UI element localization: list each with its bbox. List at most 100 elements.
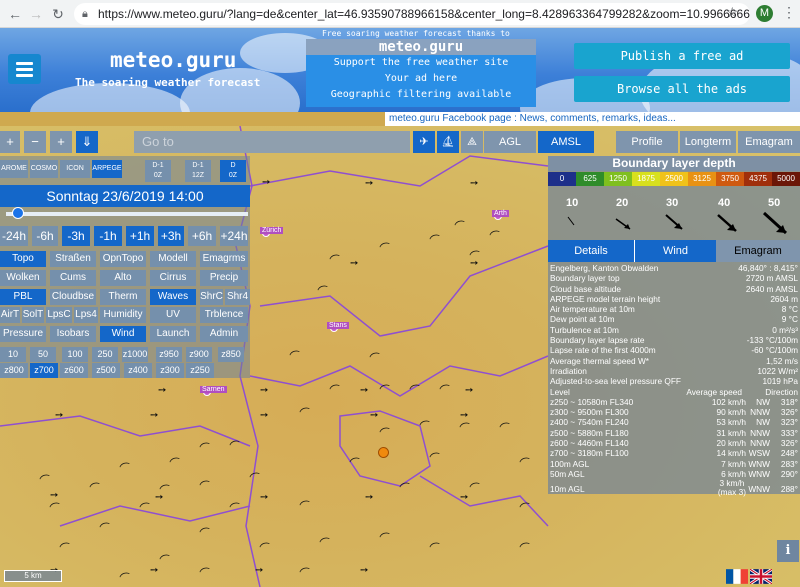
layer-button-cirrus[interactable]: Cirrus xyxy=(150,270,196,286)
profile-button[interactable]: Profile xyxy=(616,131,678,153)
agl-toggle[interactable]: AGL xyxy=(484,131,536,153)
layer-button-lpsc[interactable]: LpsC xyxy=(46,307,72,323)
address-bar[interactable]: 🔒︎ https://www.meteo.guru/?lang=de&cente… xyxy=(74,3,750,25)
model-arome[interactable]: AROME xyxy=(0,160,28,178)
layer-button-emagrms[interactable]: Emagrms xyxy=(200,251,248,267)
layer-button-wolken[interactable]: Wolken xyxy=(0,270,46,286)
wind-altitude-label: 50 xyxy=(768,197,781,209)
tab-emagram[interactable]: Emagram xyxy=(716,240,800,262)
longterm-button[interactable]: Longterm xyxy=(680,131,736,153)
emagram-button[interactable]: Emagram xyxy=(738,131,800,153)
time-step-button[interactable]: -3h xyxy=(62,226,90,246)
layer-button-solt[interactable]: SolT xyxy=(22,307,44,323)
level-button[interactable]: z400 xyxy=(124,363,152,378)
layer-button-airt[interactable]: AirT xyxy=(0,307,20,323)
paraglider-icon[interactable]: ⛵︎ xyxy=(437,131,459,153)
browser-menu-icon[interactable]: ⋮ xyxy=(782,4,796,21)
time-step-button[interactable]: -24h xyxy=(0,226,28,246)
level-button[interactable]: z950 xyxy=(156,347,182,362)
wind-arrow-icon: ➙ xyxy=(255,565,264,576)
layer-button-admin[interactable]: Admin xyxy=(200,326,248,342)
time-step-button[interactable]: +24h xyxy=(220,226,248,246)
level-button[interactable]: 10 xyxy=(0,347,26,362)
level-button[interactable]: 50 xyxy=(30,347,56,362)
time-step-button[interactable]: +3h xyxy=(158,226,184,246)
layer-button-straßen[interactable]: Straßen xyxy=(50,251,96,267)
reload-icon[interactable]: ↻ xyxy=(49,5,67,23)
add-button[interactable]: + xyxy=(50,131,72,153)
level-button[interactable]: z800 xyxy=(0,363,28,378)
hangglider-icon[interactable]: ⟁ xyxy=(461,131,483,153)
level-button[interactable]: z250 xyxy=(186,363,214,378)
layer-button-wind[interactable]: Wind xyxy=(100,326,146,342)
layer-button-uv[interactable]: UV xyxy=(150,307,196,323)
level-button[interactable]: z700 xyxy=(30,363,58,378)
hamburger-menu-button[interactable] xyxy=(8,54,41,84)
detail-label: Engelberg, Kanton Obwalden xyxy=(550,263,659,273)
level-button[interactable]: z1000 xyxy=(122,347,148,362)
run-d1-12z[interactable]: D-1 12Z xyxy=(185,160,211,182)
site-title[interactable]: meteo.guru xyxy=(110,48,236,72)
time-slider-handle[interactable] xyxy=(12,207,24,219)
time-step-button[interactable]: +6h xyxy=(188,226,216,246)
layer-button-alto[interactable]: Alto xyxy=(100,270,146,286)
time-step-button[interactable]: -6h xyxy=(32,226,58,246)
goto-search-input[interactable]: Go to xyxy=(134,131,410,153)
english-flag-icon[interactable] xyxy=(750,569,772,584)
location-arrow-icon[interactable]: ⇓ xyxy=(76,131,98,153)
amsl-toggle[interactable]: AMSL xyxy=(538,131,594,153)
layer-button-shr4[interactable]: Shr4 xyxy=(225,289,250,305)
time-step-button[interactable]: -1h xyxy=(94,226,122,246)
layer-button-launch[interactable]: Launch xyxy=(150,326,196,342)
profile-avatar[interactable]: M xyxy=(756,5,773,22)
tab-details[interactable]: Details xyxy=(548,240,634,262)
layer-button-isobars[interactable]: Isobars xyxy=(50,326,96,342)
wind-row: 50m AGL 6 km/h WNW 290° xyxy=(550,469,800,479)
layer-button-precip[interactable]: Precip xyxy=(200,270,248,286)
level-button[interactable]: z900 xyxy=(186,347,212,362)
layer-button-cums[interactable]: Cums xyxy=(50,270,96,286)
layer-button-cloudbse[interactable]: Cloudbse xyxy=(50,289,96,305)
level-button[interactable]: z850 xyxy=(218,347,244,362)
level-button[interactable]: z500 xyxy=(92,363,120,378)
french-flag-icon[interactable] xyxy=(726,569,748,584)
wind-speed: 90 km/h xyxy=(716,407,746,418)
run-d1-0z[interactable]: D-1 0Z xyxy=(145,160,171,182)
tab-wind[interactable]: Wind xyxy=(634,240,716,262)
layer-button-opntopo[interactable]: OpnTopo xyxy=(100,251,146,267)
layer-button-humidity[interactable]: Humidity xyxy=(100,307,146,323)
publish-ad-button[interactable]: Publish a free ad xyxy=(574,43,790,69)
model-cosmo[interactable]: COSMO xyxy=(30,160,58,178)
level-button[interactable]: 100 xyxy=(62,347,88,362)
browse-ads-button[interactable]: Browse all the ads xyxy=(574,76,790,102)
layer-button-trblence[interactable]: Trblence xyxy=(200,307,248,323)
run-d-0z[interactable]: D 0Z xyxy=(220,160,246,182)
back-arrow-icon[interactable]: ← xyxy=(6,5,24,23)
layer-button-waves[interactable]: Waves xyxy=(150,289,196,305)
model-icon[interactable]: ICON xyxy=(60,160,90,178)
model-arpege[interactable]: ARPEGE xyxy=(92,160,122,178)
time-slider[interactable] xyxy=(6,212,248,216)
layer-button-shrc[interactable]: ShrC xyxy=(200,289,223,305)
layer-button-pbl[interactable]: PBL xyxy=(0,289,46,305)
selected-location-marker[interactable] xyxy=(378,447,389,458)
layer-button-topo[interactable]: Topo xyxy=(0,251,46,267)
layer-button-lps4[interactable]: Lps4 xyxy=(74,307,98,323)
zoom-out-button[interactable]: − xyxy=(24,131,46,153)
layer-button-pressure[interactable]: Pressure xyxy=(0,326,46,342)
level-button[interactable]: z300 xyxy=(156,363,184,378)
layer-button-modell[interactable]: Modell xyxy=(150,251,196,267)
level-button[interactable]: z600 xyxy=(60,363,88,378)
ad-banner[interactable]: meteo.guru Support the free weather site… xyxy=(306,39,536,107)
zoom-in-button[interactable]: + xyxy=(0,131,20,153)
time-step-button[interactable]: +1h xyxy=(126,226,154,246)
detail-value: 9 °C xyxy=(781,314,798,325)
bookmark-star-icon[interactable]: ☆ xyxy=(726,4,739,21)
layer-button-therm[interactable]: Therm xyxy=(100,289,146,305)
level-button[interactable]: 250 xyxy=(92,347,118,362)
facebook-link[interactable]: meteo.guru Facebook page : News, comment… xyxy=(385,112,800,126)
info-button[interactable]: i xyxy=(777,540,799,562)
glider-icon[interactable]: ✈ xyxy=(413,131,435,153)
forward-arrow-icon[interactable]: → xyxy=(27,5,45,23)
detail-value: 8 °C xyxy=(781,304,798,315)
